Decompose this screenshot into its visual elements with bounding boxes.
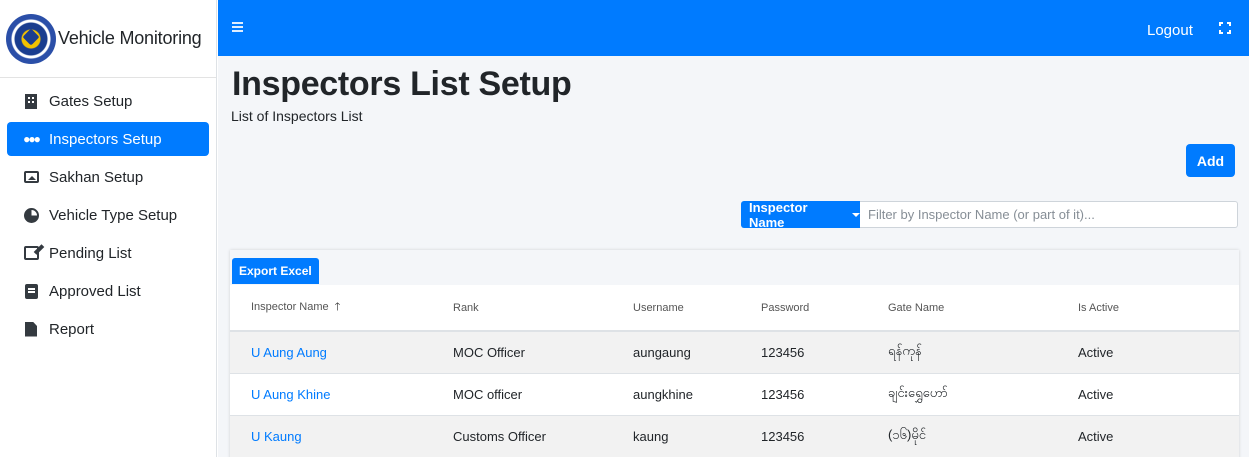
sidebar-nav: Gates Setup ●●● Inspectors Setup Sakhan … [0, 84, 216, 346]
column-header-gate-name[interactable]: Gate Name [867, 285, 1057, 332]
sidebar-item-gates-setup[interactable]: Gates Setup [7, 84, 209, 118]
rank-cell: MOC Officer [432, 330, 612, 373]
sidebar-item-inspectors-setup[interactable]: ●●● Inspectors Setup [7, 122, 209, 156]
password-cell: 123456 [740, 414, 867, 457]
sidebar-item-label: Inspectors Setup [49, 130, 162, 148]
rank-cell: Customs Officer [432, 414, 612, 457]
sidebar-item-label: Pending List [49, 244, 132, 262]
column-header-inspector-name[interactable]: Inspector Name 🡑 [230, 285, 432, 332]
image-icon [22, 169, 40, 185]
top-navbar: Logout [218, 0, 1249, 56]
app-title: Vehicle Monitoring [58, 28, 202, 48]
column-header-password[interactable]: Password [740, 285, 867, 332]
is-active-cell: Active [1057, 330, 1239, 373]
is-active-cell: Active [1057, 414, 1239, 457]
sidebar-item-label: Sakhan Setup [49, 168, 144, 186]
is-active-cell: Active [1057, 372, 1239, 415]
sidebar-item-pending-list[interactable]: Pending List [7, 236, 209, 270]
password-cell: 123456 [740, 372, 867, 415]
main-content: Inspectors List Setup List of Inspectors… [218, 56, 1249, 457]
gate-name-cell: ရန်ကုန် [867, 330, 1057, 373]
filter-field-label: Inspector Name [749, 199, 808, 230]
fullscreen-icon[interactable] [1219, 22, 1231, 34]
gate-name-cell: (၁၆)မိုင် [867, 414, 1057, 457]
table-row[interactable]: U Aung Aung MOC Officer aungaung 123456 … [230, 330, 1239, 373]
export-excel-button[interactable]: Export Excel [232, 258, 319, 284]
column-header-is-active[interactable]: Is Active [1057, 285, 1239, 332]
username-cell: aungkhine [612, 372, 740, 415]
book-icon [22, 283, 40, 299]
sidebar-item-sakhan-setup[interactable]: Sakhan Setup [7, 160, 209, 194]
rank-cell: MOC officer [432, 372, 612, 415]
table-row[interactable]: U Kaung Customs Officer kaung 123456 (၁၆… [230, 414, 1239, 457]
sidebar-item-label: Approved List [49, 282, 141, 300]
edit-icon [22, 245, 40, 261]
card-header: Export Excel [230, 250, 1239, 285]
file-icon [22, 321, 40, 337]
sort-ascending-icon: 🡑 [334, 301, 341, 313]
inspectors-table: Inspector Name 🡑 Rank Username Password G… [230, 285, 1239, 457]
inspector-name-link[interactable]: U Kaung [230, 414, 432, 457]
logo [6, 13, 56, 64]
hamburger-menu-icon[interactable] [232, 22, 243, 24]
table-row[interactable]: U Aung Khine MOC officer aungkhine 12345… [230, 372, 1239, 415]
sidebar-item-report[interactable]: Report [7, 312, 209, 346]
filter-field-dropdown[interactable]: Inspector Name [741, 199, 860, 230]
inspectors-table-card: Export Excel Inspector Name 🡑 Rank Userna… [230, 250, 1239, 457]
logout-link[interactable]: Logout [1147, 22, 1193, 39]
gate-name-cell: ချင်းရွှေဟော် [867, 372, 1057, 415]
sidebar: Vehicle Monitoring Gates Setup ●●● Inspe… [0, 0, 217, 457]
sidebar-item-vehicle-type-setup[interactable]: Vehicle Type Setup [7, 198, 209, 232]
building-icon [22, 93, 40, 109]
filter-group: Inspector Name [741, 199, 1238, 230]
caret-down-icon [852, 212, 860, 217]
pie-chart-icon [22, 207, 40, 223]
inspector-name-link[interactable]: U Aung Khine [230, 372, 432, 415]
sidebar-item-approved-list[interactable]: Approved List [7, 274, 209, 308]
filter-input[interactable] [860, 201, 1238, 228]
column-header-username[interactable]: Username [612, 285, 740, 332]
sidebar-item-label: Gates Setup [49, 92, 133, 110]
page-subtitle: List of Inspectors List [231, 108, 363, 124]
password-cell: 123456 [740, 330, 867, 373]
sidebar-item-label: Report [49, 320, 95, 338]
brand[interactable]: Vehicle Monitoring [0, 0, 216, 78]
table-header-row: Inspector Name 🡑 Rank Username Password G… [230, 285, 1239, 332]
column-header-rank[interactable]: Rank [432, 285, 612, 332]
username-cell: aungaung [612, 330, 740, 373]
sidebar-item-label: Vehicle Type Setup [49, 206, 178, 224]
page-title: Inspectors List Setup [232, 65, 572, 103]
add-button[interactable]: Add [1186, 144, 1235, 177]
users-icon: ●●● [23, 132, 41, 146]
username-cell: kaung [612, 414, 740, 457]
inspector-name-link[interactable]: U Aung Aung [230, 330, 432, 373]
